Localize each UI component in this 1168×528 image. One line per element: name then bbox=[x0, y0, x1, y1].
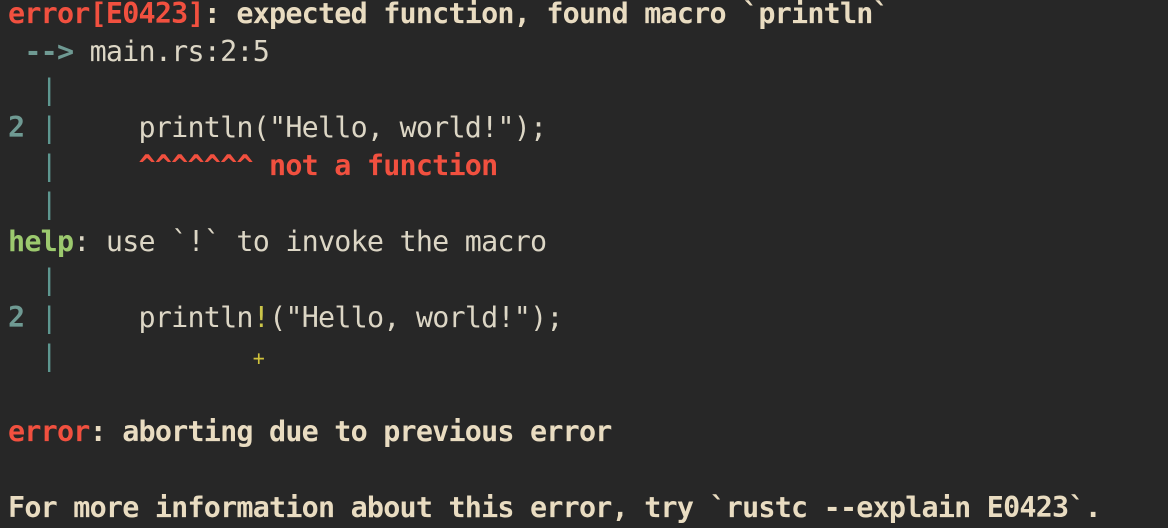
error-header-line: error[E0423]: expected function, found m… bbox=[8, 0, 890, 33]
suggestion-line: | + bbox=[8, 337, 265, 375]
gutter-pipe-1: | bbox=[8, 73, 58, 106]
code-suggested-before: println bbox=[138, 301, 254, 334]
info-line: For more information about this error, t… bbox=[8, 491, 1102, 524]
error-code-label: error[E0423] bbox=[8, 0, 205, 30]
code-indent-2 bbox=[57, 301, 139, 334]
abort-message: : aborting due to previous error bbox=[89, 415, 613, 448]
code-suggested-after: ("Hello, world!"); bbox=[269, 301, 563, 334]
macro-bang: ! bbox=[252, 301, 270, 334]
abort-line: error: aborting due to previous error bbox=[8, 413, 612, 451]
caret-underline: ^^^^^^^ bbox=[138, 149, 254, 182]
line-number: 2 bbox=[8, 111, 25, 144]
error-message: : expected function, found macro `printl… bbox=[203, 0, 890, 30]
help-line: help: use `!` to invoke the macro bbox=[8, 223, 547, 261]
help-message: : use `!` to invoke the macro bbox=[73, 225, 547, 258]
location-path: main.rs:2:5 bbox=[73, 35, 270, 68]
annotation-note: not a function bbox=[252, 149, 498, 182]
terminal-window[interactable]: error[E0423]: expected function, found m… bbox=[0, 0, 1168, 528]
location-arrow: --> bbox=[8, 35, 74, 68]
abort-label: error bbox=[8, 415, 90, 448]
gutter-pipe-6: | bbox=[8, 339, 58, 372]
gutter-pipe-3: | bbox=[8, 187, 58, 220]
line-number-2: 2 bbox=[8, 301, 25, 334]
annotation-indent bbox=[57, 149, 139, 182]
location-line: --> main.rs:2:5 bbox=[8, 33, 269, 71]
gutter-pipe-4: | bbox=[8, 263, 58, 296]
annotation-line: | ^^^^^^^ not a function bbox=[8, 147, 499, 185]
gutter-pipe: | bbox=[24, 111, 58, 144]
help-label: help bbox=[8, 225, 74, 258]
insert-marker: + bbox=[252, 346, 265, 370]
code-line-original: 2 | println("Hello, world!"); bbox=[8, 109, 548, 147]
code-original: println("Hello, world!"); bbox=[138, 111, 548, 144]
gutter-pipe-2: | bbox=[8, 149, 58, 182]
gutter-pipe-5: | bbox=[24, 301, 58, 334]
suggestion-indent bbox=[57, 339, 253, 372]
code-line-suggested: 2 | println!("Hello, world!"); bbox=[8, 299, 563, 337]
